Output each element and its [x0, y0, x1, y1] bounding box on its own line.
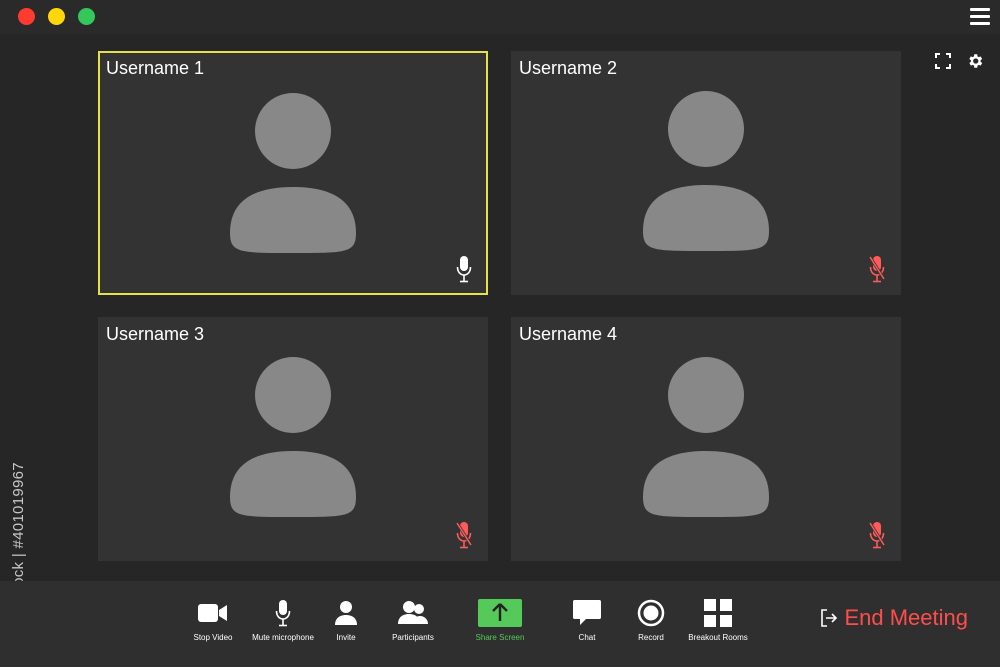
gear-icon[interactable]: [966, 52, 984, 70]
avatar-icon: [230, 93, 356, 253]
grid-icon: [704, 599, 732, 627]
participant-tile-3[interactable]: Username 3: [98, 317, 488, 561]
participants-button[interactable]: Participants: [370, 595, 456, 642]
person-icon: [335, 601, 357, 625]
breakout-rooms-label: Breakout Rooms: [688, 633, 748, 642]
minimize-window-button[interactable]: [48, 8, 65, 25]
participant-username: Username 2: [519, 58, 618, 78]
view-tools: [934, 52, 984, 70]
microphone-on-icon[interactable]: [456, 255, 472, 283]
exit-icon: [821, 609, 838, 627]
microphone-muted-icon[interactable]: [869, 521, 885, 549]
participant-username: Username 4: [519, 324, 618, 344]
maximize-window-button[interactable]: [78, 8, 95, 25]
microphone-muted-icon[interactable]: [456, 521, 472, 549]
share-screen-icon: [478, 599, 522, 627]
record-icon: [637, 599, 665, 627]
window-titlebar: [0, 0, 1000, 34]
hamburger-icon[interactable]: [970, 8, 990, 26]
share-screen-button[interactable]: Share Screen: [457, 595, 543, 642]
participants-label: Participants: [392, 633, 434, 642]
end-meeting-label: End Meeting: [844, 605, 968, 630]
end-meeting-button[interactable]: End Meeting: [820, 605, 968, 631]
meeting-toolbar: Stop Video Mute microphone Invite Partic…: [0, 581, 1000, 667]
participant-username: Username 1: [106, 58, 205, 78]
video-camera-icon: [198, 604, 227, 622]
participant-tile-4[interactable]: Username 4: [511, 317, 901, 561]
fullscreen-icon[interactable]: [934, 52, 952, 70]
share-screen-label: Share Screen: [475, 633, 525, 642]
participant-username: Username 3: [106, 324, 205, 344]
avatar-icon: [643, 91, 769, 251]
microphone-muted-icon[interactable]: [869, 255, 885, 283]
microphone-icon: [275, 600, 291, 627]
avatar-icon: [230, 357, 356, 517]
avatar-icon: [643, 357, 769, 517]
participants-icon: [398, 601, 428, 624]
chat-bubble-icon: [573, 600, 601, 625]
participant-tile-2[interactable]: Username 2: [511, 51, 901, 295]
close-window-button[interactable]: [18, 8, 35, 25]
participant-tile-1[interactable]: Username 1: [98, 51, 488, 295]
breakout-rooms-button[interactable]: Breakout Rooms: [675, 595, 761, 642]
